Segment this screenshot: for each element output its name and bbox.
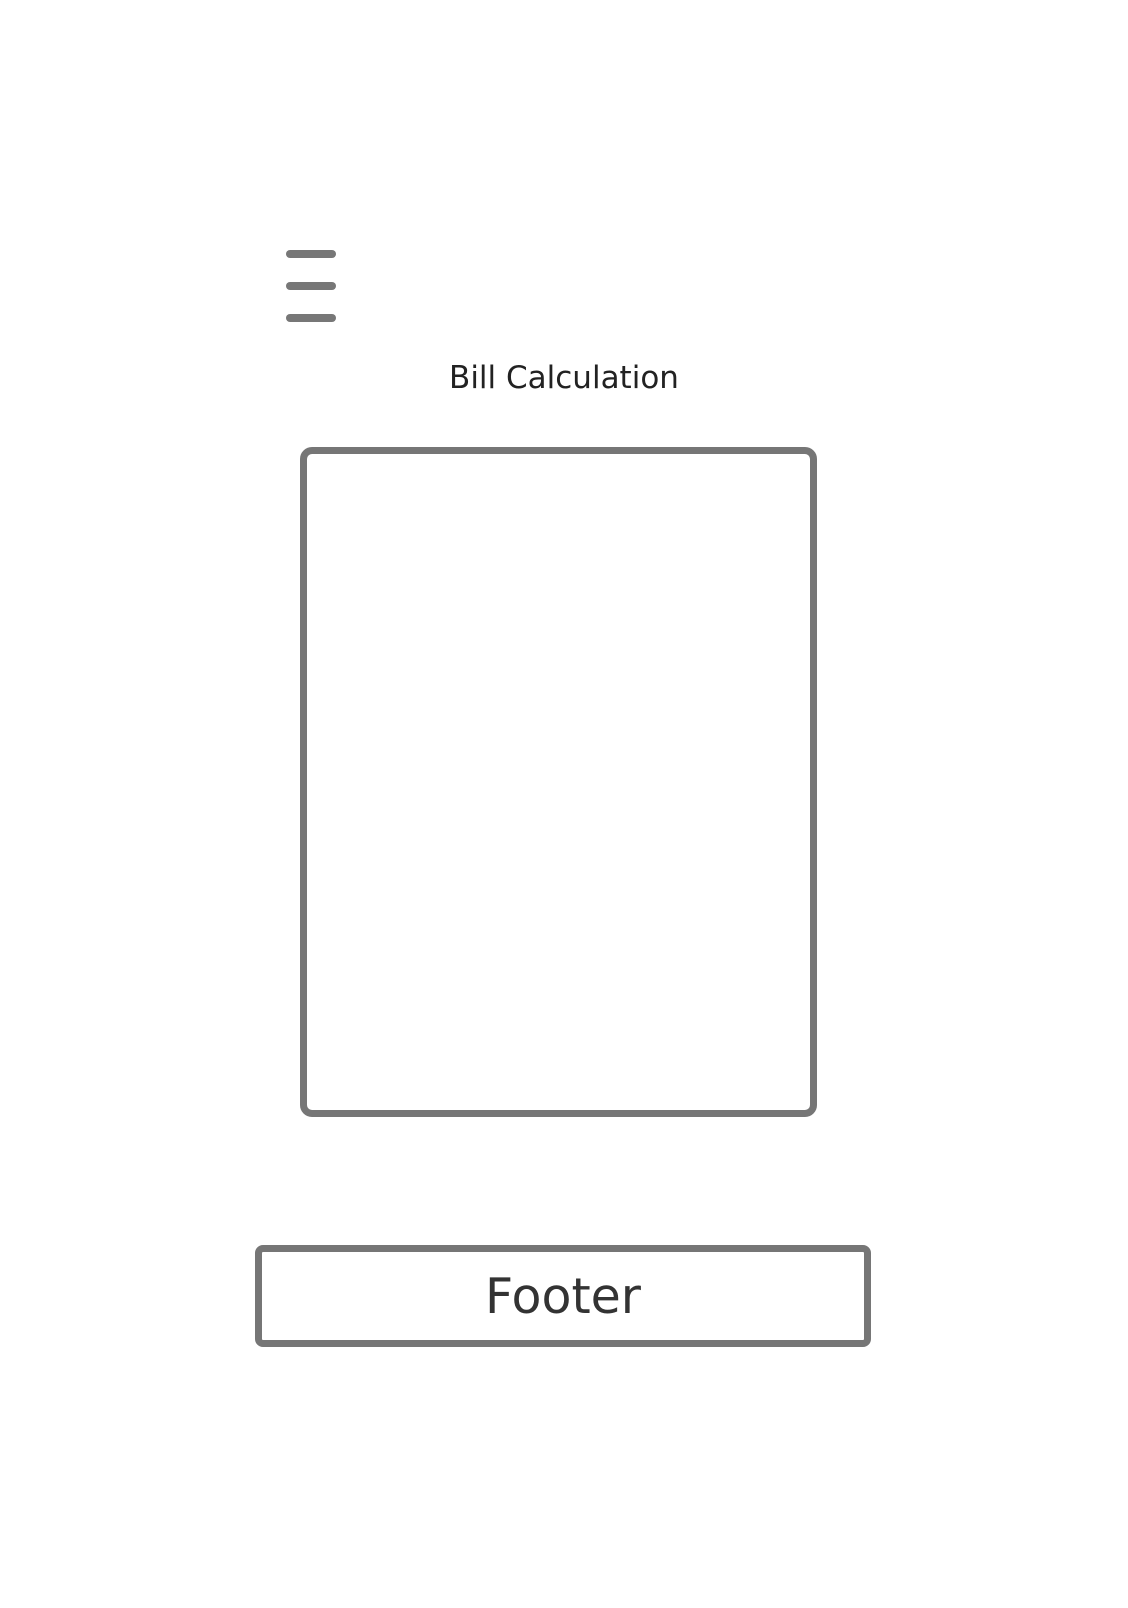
page-title: Bill Calculation (449, 360, 679, 396)
menu-bar-top (286, 250, 336, 258)
content-card (300, 447, 817, 1117)
menu-bar-middle (286, 282, 336, 290)
hamburger-menu-icon[interactable] (286, 247, 336, 325)
footer: Footer (255, 1245, 871, 1347)
menu-bar-bottom (286, 314, 336, 322)
footer-label: Footer (485, 1267, 641, 1325)
